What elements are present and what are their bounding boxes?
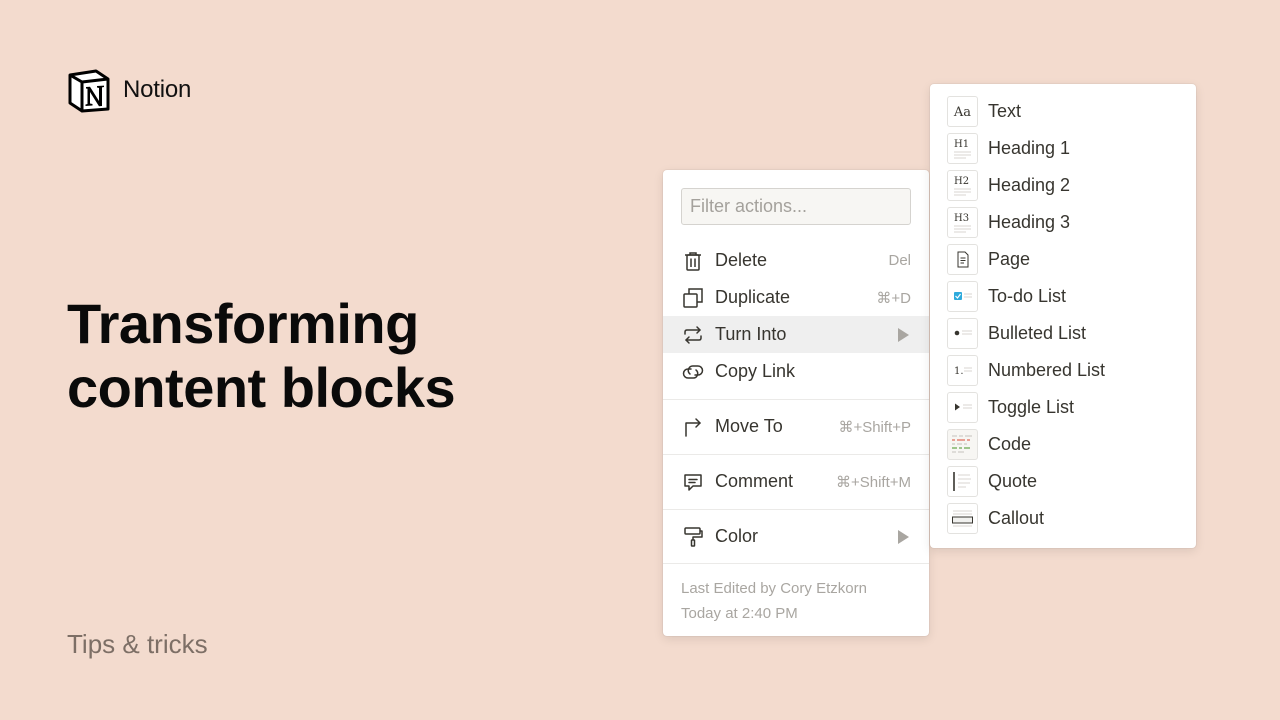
submenu-arrow-icon [898,529,909,544]
duplicate-icon [681,286,705,310]
link-icon [681,360,705,384]
move-to-label: Move To [715,416,783,436]
code-block-icon [947,428,978,460]
block-context-menu: Delete Del Duplicate ⌘+D Turn Into [663,170,929,636]
turn-into-callout[interactable]: Callout [947,501,1187,535]
move-to-shortcut: ⌘+Shift+P [838,418,911,436]
brand: Notion [66,67,191,113]
bulleted-list-block-icon [947,317,978,349]
delete-shortcut: Del [888,252,911,269]
heading-1-label: Heading 1 [988,137,1071,158]
comment-icon [681,470,705,494]
heading-3-label: Heading 3 [988,211,1071,232]
bulleted-list-label: Bulleted List [988,322,1087,343]
turn-into-todo-list[interactable]: To-do List [947,279,1187,313]
color-label: Color [715,526,759,546]
turn-into-heading-2[interactable]: H2 Heading 2 [947,168,1187,202]
last-edited-info: Last Edited by Cory Etzkorn Today at 2:4… [681,576,867,626]
svg-text:1.: 1. [954,366,964,377]
text-label: Text [988,100,1022,121]
code-label: Code [988,433,1032,454]
turn-into-bulleted-list[interactable]: Bulleted List [947,316,1187,350]
turn-into-numbered-list[interactable]: 1. Numbered List [947,353,1187,387]
page-block-icon [947,243,978,275]
filter-actions-input[interactable] [690,196,902,217]
copy-link-button[interactable]: Copy Link [663,353,929,390]
turn-into-quote[interactable]: Quote [947,464,1187,498]
brand-name: Notion [123,76,192,103]
menu-divider [663,454,929,455]
delete-button[interactable]: Delete Del [663,242,929,279]
turn-into-toggle-list[interactable]: Toggle List [947,390,1187,424]
color-button[interactable]: Color [663,518,929,555]
turn-into-page[interactable]: Page [947,242,1187,276]
svg-text:H2: H2 [954,176,969,187]
turn-into-text[interactable]: Aa Text [947,94,1187,128]
paint-roller-icon [681,525,705,549]
menu-divider [663,563,929,564]
title-line-1: Transforming [67,292,419,355]
quote-block-icon [947,465,978,497]
move-to-icon [681,415,705,439]
last-edited-time: Today at 2:40 PM [681,605,798,622]
heading3-block-icon: H3 [947,206,978,238]
toggle-list-label: Toggle List [988,396,1075,417]
turn-into-button[interactable]: Turn Into [663,316,929,353]
turn-into-code[interactable]: Code [947,427,1187,461]
duplicate-button[interactable]: Duplicate ⌘+D [663,279,929,316]
comment-shortcut: ⌘+Shift+M [835,473,911,491]
move-to-button[interactable]: Move To ⌘+Shift+P [663,408,929,445]
filter-field[interactable] [681,188,911,225]
comment-label: Comment [715,471,794,491]
heading-2-label: Heading 2 [988,174,1071,195]
turn-into-submenu: Aa Text H1 Heading 1 H2 Heading 2 H3 Hea… [930,84,1196,548]
duplicate-label: Duplicate [715,287,791,307]
svg-text:H1: H1 [954,139,969,150]
toggle-list-block-icon [947,391,978,423]
title-line-2: content blocks [67,356,456,419]
heading1-block-icon: H1 [947,132,978,164]
svg-text:Aa: Aa [953,105,971,120]
trash-icon [681,249,705,273]
numbered-list-block-icon: 1. [947,354,978,386]
svg-text:H3: H3 [954,213,969,224]
duplicate-shortcut: ⌘+D [876,289,911,307]
callout-label: Callout [988,507,1045,528]
quote-label: Quote [988,470,1038,491]
turn-into-icon [681,323,705,347]
todo-list-label: To-do List [988,285,1067,306]
subtitle: Tips & tricks [67,629,208,659]
page-label: Page [988,248,1031,269]
last-edited-by: Last Edited by Cory Etzkorn [681,580,867,597]
copy-link-label: Copy Link [715,361,796,381]
turn-into-heading-1[interactable]: H1 Heading 1 [947,131,1187,165]
heading2-block-icon: H2 [947,169,978,201]
callout-block-icon [947,502,978,534]
turn-into-heading-3[interactable]: H3 Heading 3 [947,205,1187,239]
delete-label: Delete [715,250,768,270]
todo-block-icon [947,280,978,312]
menu-divider [663,399,929,400]
submenu-arrow-icon [898,327,909,342]
menu-divider [663,509,929,510]
text-block-icon: Aa [947,95,978,127]
turn-into-label: Turn Into [715,324,787,344]
notion-logo-icon [68,69,110,113]
page-title: Transforming content blocks [67,292,587,420]
numbered-list-label: Numbered List [988,359,1106,380]
comment-button[interactable]: Comment ⌘+Shift+M [663,463,929,500]
